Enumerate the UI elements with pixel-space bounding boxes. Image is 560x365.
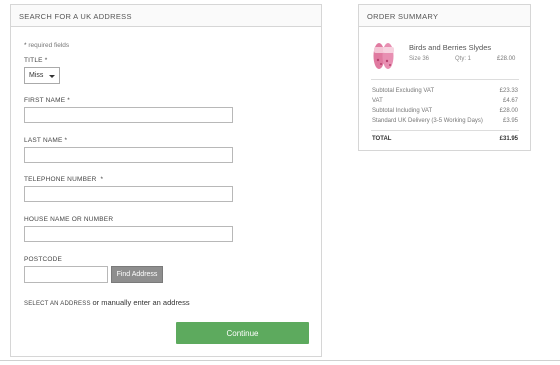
- find-address-button[interactable]: Find Address: [111, 266, 163, 283]
- summary-total-value: £31.95: [499, 136, 518, 142]
- last-name-label-text: LAST NAME: [24, 137, 63, 144]
- summary-row-label: Standard UK Delivery (3-5 Working Days): [372, 118, 483, 124]
- required-star: *: [44, 57, 48, 64]
- house-label: HOUSE NAME OR NUMBER: [24, 216, 113, 223]
- telephone-input[interactable]: [24, 186, 233, 202]
- summary-row-delivery: Standard UK Delivery (3-5 Working Days) …: [372, 118, 518, 124]
- summary-row-label: Subtotal Including VAT: [372, 108, 433, 114]
- house-input[interactable]: [24, 226, 233, 242]
- summary-row-value: £4.67: [502, 98, 518, 104]
- product-size: Size 36: [409, 56, 430, 62]
- manual-entry-link[interactable]: or manually enter an address: [92, 298, 189, 307]
- house-label-text: HOUSE NAME OR NUMBER: [24, 216, 114, 223]
- address-form-header: SEARCH FOR A UK ADDRESS: [11, 5, 321, 27]
- summary-row-value: £3.95: [502, 118, 518, 124]
- required-star: *: [100, 176, 104, 183]
- select-address-text: SELECT AN ADDRESS: [24, 301, 91, 307]
- title-label-text: TITLE: [24, 57, 43, 64]
- summary-row-value: £23.33: [499, 88, 518, 94]
- postcode-label: POSTCODE: [24, 256, 62, 263]
- required-star: *: [24, 42, 27, 49]
- product-name[interactable]: Birds and Berries Slydes: [409, 43, 491, 52]
- postcode-label-text: POSTCODE: [24, 256, 63, 263]
- title-select[interactable]: Miss: [24, 67, 60, 84]
- required-star: *: [64, 137, 68, 144]
- product-qty: Qty: 1: [455, 56, 472, 62]
- postcode-input[interactable]: [24, 266, 108, 283]
- product-thumbnail[interactable]: [371, 40, 395, 72]
- summary-row-label: Subtotal Excluding VAT: [372, 88, 435, 94]
- required-star: *: [67, 97, 70, 104]
- required-fields-note: * required fields: [24, 42, 69, 49]
- first-name-input[interactable]: [24, 107, 233, 123]
- telephone-label: TELEPHONE NUMBER *: [24, 176, 103, 183]
- title-select-value: Miss: [29, 72, 44, 79]
- select-address-line: SELECT AN ADDRESS or manually enter an a…: [24, 298, 190, 307]
- page-bottom-divider: [0, 360, 560, 361]
- telephone-label-text: TELEPHONE NUMBER: [24, 176, 97, 183]
- summary-row-vat: VAT £4.67: [372, 98, 518, 104]
- first-name-label: FIRST NAME *: [24, 97, 70, 104]
- summary-divider: [371, 79, 519, 80]
- summary-row-subtotal-ex-vat: Subtotal Excluding VAT £23.33: [372, 88, 518, 94]
- summary-divider: [371, 130, 519, 131]
- summary-row-label: VAT: [372, 98, 383, 104]
- address-form-panel: SEARCH FOR A UK ADDRESS * required field…: [10, 4, 322, 357]
- first-name-label-text: FIRST NAME: [24, 97, 66, 104]
- summary-total-row: TOTAL £31.95: [372, 136, 518, 142]
- chevron-down-icon: [49, 75, 55, 78]
- product-price: £28.00: [497, 56, 516, 62]
- summary-row-value: £28.00: [499, 108, 518, 114]
- last-name-input[interactable]: [24, 147, 233, 163]
- title-label: TITLE *: [24, 57, 47, 64]
- summary-total-label: TOTAL: [372, 136, 392, 142]
- summary-row-subtotal-inc-vat: Subtotal Including VAT £28.00: [372, 108, 518, 114]
- order-summary-panel: ORDER SUMMARY Birds and Berries Slydes S…: [358, 4, 531, 151]
- required-note-text: required fields: [28, 42, 70, 49]
- continue-button[interactable]: Continue: [176, 322, 309, 344]
- order-summary-header: ORDER SUMMARY: [359, 5, 530, 27]
- last-name-label: LAST NAME *: [24, 137, 67, 144]
